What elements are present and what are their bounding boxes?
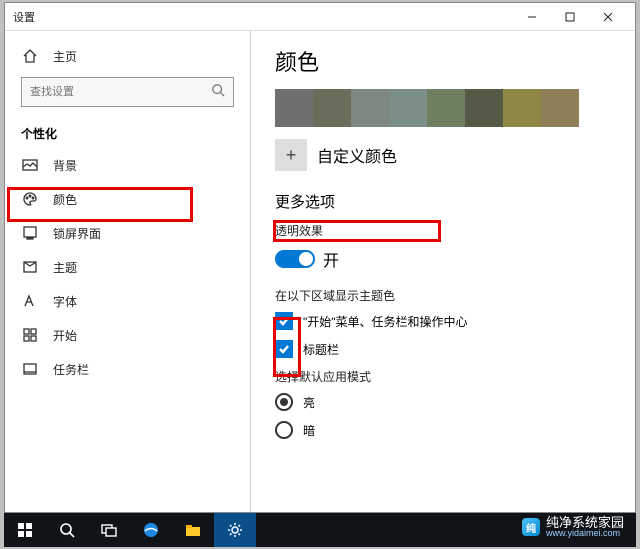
color-swatch[interactable] — [541, 89, 579, 127]
search-input[interactable] — [30, 86, 211, 98]
custom-color-row: + 自定义颜色 — [275, 139, 611, 171]
maximize-button[interactable] — [551, 4, 589, 30]
color-swatch[interactable] — [503, 89, 541, 127]
start-button[interactable] — [4, 513, 46, 547]
toggle-state-label: 开 — [323, 247, 339, 271]
sidebar-item-taskbar[interactable]: 任务栏 — [5, 352, 250, 386]
close-button[interactable] — [589, 4, 627, 30]
radio-light[interactable]: 亮 — [275, 393, 611, 411]
app-mode-label: 选择默认应用模式 — [275, 368, 611, 385]
watermark: 纯 纯净系统家园 www.yidaimei.com — [522, 516, 624, 538]
radio-label: 亮 — [303, 394, 315, 411]
color-swatch[interactable] — [313, 89, 351, 127]
lockscreen-icon — [21, 224, 39, 242]
accent-areas-label: 在以下区域显示主题色 — [275, 287, 611, 304]
window-body: 主页 个性化 背景 颜色 锁屏界面 — [5, 31, 635, 512]
search-icon — [211, 83, 225, 102]
color-swatch[interactable] — [389, 89, 427, 127]
color-swatch[interactable] — [427, 89, 465, 127]
sidebar-item-fonts[interactable]: 字体 — [5, 284, 250, 318]
titlebar: 设置 — [5, 3, 635, 31]
check-label: "开始"菜单、任务栏和操作中心 — [303, 313, 468, 330]
palette-icon — [21, 190, 39, 208]
sidebar-item-lockscreen[interactable]: 锁屏界面 — [5, 216, 250, 250]
theme-icon — [21, 258, 39, 276]
custom-color-label: 自定义颜色 — [317, 143, 397, 167]
more-options-heading: 更多选项 — [275, 191, 611, 212]
window-buttons — [513, 4, 627, 30]
sidebar-item-colors[interactable]: 颜色 — [5, 182, 250, 216]
color-swatch[interactable] — [351, 89, 389, 127]
sidebar-item-label: 背景 — [53, 157, 77, 174]
add-color-button[interactable]: + — [275, 139, 307, 171]
sidebar-item-start[interactable]: 开始 — [5, 318, 250, 352]
radio-dark[interactable]: 暗 — [275, 421, 611, 439]
watermark-logo: 纯 — [522, 518, 540, 536]
check-label: 标题栏 — [303, 341, 339, 358]
transparency-toggle-row: 开 — [275, 247, 611, 271]
sidebar-home[interactable]: 主页 — [5, 39, 250, 73]
image-icon — [21, 156, 39, 174]
color-swatch[interactable] — [275, 89, 313, 127]
sidebar-item-label: 颜色 — [53, 191, 77, 208]
transparency-label: 透明效果 — [275, 222, 611, 239]
start-icon — [21, 326, 39, 344]
color-swatches — [275, 89, 611, 127]
minimize-button[interactable] — [513, 4, 551, 30]
taskbar: 纯 纯净系统家园 www.yidaimei.com — [4, 513, 636, 547]
search-wrap — [5, 73, 250, 117]
checkbox-icon — [275, 340, 293, 358]
font-icon — [21, 292, 39, 310]
sidebar: 主页 个性化 背景 颜色 锁屏界面 — [5, 31, 251, 512]
sidebar-item-label: 锁屏界面 — [53, 225, 101, 242]
sidebar-section-label: 个性化 — [5, 117, 250, 148]
content-panel: 颜色 + 自定义颜色 更多选项 透明效果 开 在以下区域显示主题色 — [251, 31, 635, 512]
explorer-button[interactable] — [172, 513, 214, 547]
radio-icon — [275, 393, 293, 411]
transparency-toggle[interactable] — [275, 250, 315, 268]
search-box[interactable] — [21, 77, 234, 107]
edge-button[interactable] — [130, 513, 172, 547]
taskview-button[interactable] — [88, 513, 130, 547]
watermark-url: www.yidaimei.com — [546, 529, 624, 538]
page-heading: 颜色 — [275, 45, 611, 77]
sidebar-item-background[interactable]: 背景 — [5, 148, 250, 182]
settings-button[interactable] — [214, 513, 256, 547]
taskbar-icon — [21, 360, 39, 378]
radio-icon — [275, 421, 293, 439]
check-start-taskbar[interactable]: "开始"菜单、任务栏和操作中心 — [275, 312, 611, 330]
sidebar-home-label: 主页 — [53, 48, 77, 65]
sidebar-item-label: 字体 — [53, 293, 77, 310]
checkbox-icon — [275, 312, 293, 330]
sidebar-item-label: 主题 — [53, 259, 77, 276]
window-title: 设置 — [13, 9, 513, 25]
sidebar-item-themes[interactable]: 主题 — [5, 250, 250, 284]
home-icon — [21, 47, 39, 65]
color-swatch[interactable] — [465, 89, 503, 127]
settings-window: 设置 主页 个性化 背景 — [4, 2, 636, 513]
search-button[interactable] — [46, 513, 88, 547]
sidebar-item-label: 任务栏 — [53, 361, 89, 378]
check-titlebar[interactable]: 标题栏 — [275, 340, 611, 358]
radio-label: 暗 — [303, 422, 315, 439]
sidebar-item-label: 开始 — [53, 327, 77, 344]
